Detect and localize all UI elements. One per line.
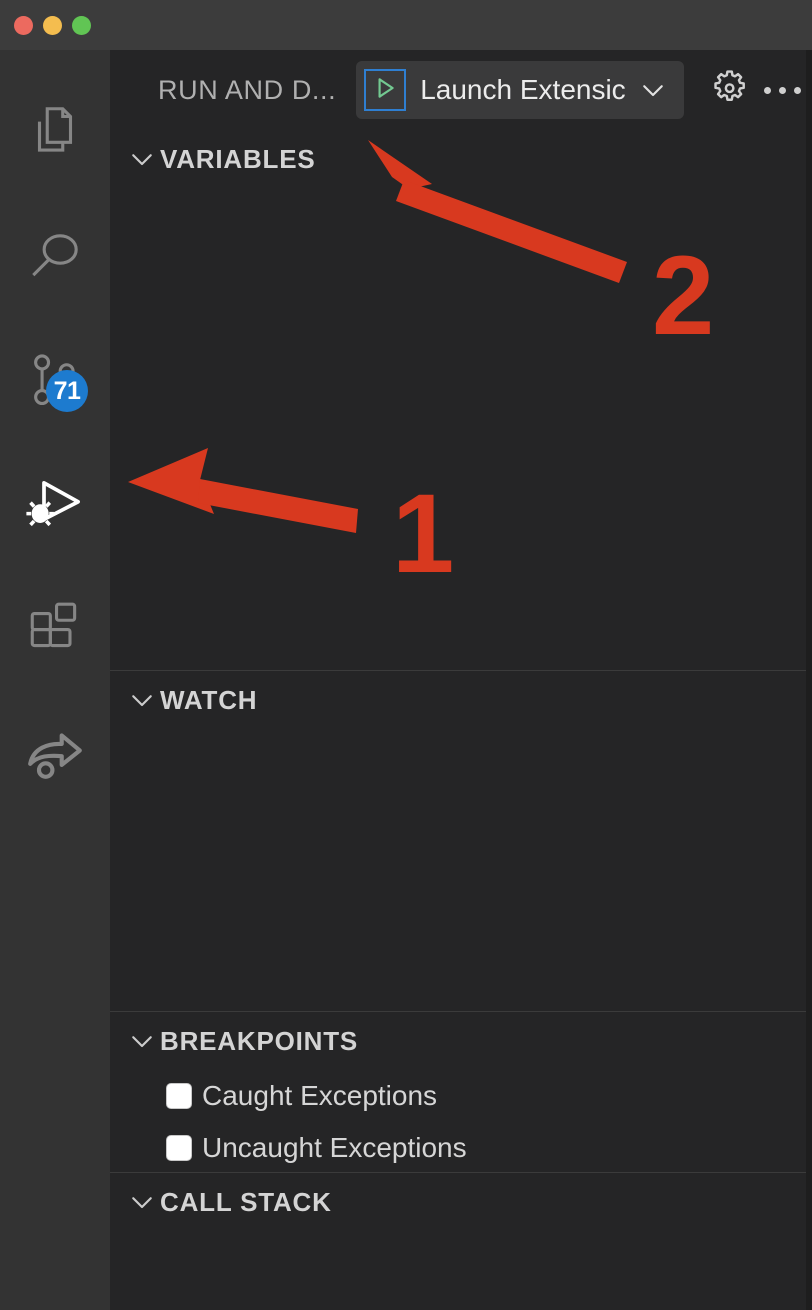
chevron-down-icon (124, 685, 160, 715)
launch-config-dropdown[interactable]: Launch Extensic (356, 61, 684, 119)
files-icon (24, 101, 86, 163)
title-bar (0, 0, 812, 50)
start-debugging-button[interactable] (364, 69, 407, 111)
breakpoint-row-uncaught-exceptions[interactable]: Uncaught Exceptions (110, 1122, 806, 1174)
pane-header-breakpoints[interactable]: BREAKPOINTS (110, 1012, 806, 1070)
pane-title-call-stack: CALL STACK (160, 1186, 332, 1217)
sidebar-view-title: RUN AND D... (158, 74, 337, 105)
activity-bar-item-search[interactable] (0, 194, 110, 318)
pane-title-watch: WATCH (160, 684, 258, 715)
traffic-lights (14, 15, 91, 35)
pane-header-watch[interactable]: WATCH (110, 671, 806, 729)
sidebar-header: RUN AND D... Launch Extensic (110, 50, 806, 130)
breakpoint-row-caught-exceptions[interactable]: Caught Exceptions (110, 1070, 806, 1122)
ellipsis-icon (764, 86, 802, 94)
caught-exceptions-label: Caught Exceptions (202, 1080, 438, 1111)
views-and-more-actions-button[interactable] (760, 62, 806, 118)
close-window-button[interactable] (14, 15, 33, 35)
chevron-down-icon (638, 75, 668, 105)
vscode-window: 71 RUN AND D... Launch Extensic VARIABLE… (0, 0, 812, 1310)
gear-icon (708, 67, 750, 114)
editor-area-edge (806, 50, 812, 1310)
activity-bar: 71 (0, 50, 110, 1310)
pane-call-stack: CALL STACK (110, 1172, 806, 1310)
chevron-down-icon (124, 1026, 160, 1056)
uncaught-exceptions-label: Uncaught Exceptions (202, 1132, 467, 1163)
pane-watch: WATCH (110, 670, 806, 1011)
run-and-debug-icon (22, 471, 88, 537)
pane-header-call-stack[interactable]: CALL STACK (110, 1173, 806, 1231)
launch-config-name: Launch Extensic (420, 74, 626, 105)
search-icon (24, 225, 86, 287)
chevron-down-icon (124, 1187, 160, 1217)
uncaught-exceptions-checkbox[interactable] (166, 1135, 192, 1161)
pane-variables: VARIABLES (110, 130, 806, 670)
caught-exceptions-checkbox[interactable] (166, 1083, 192, 1109)
activity-bar-item-remote-explorer[interactable] (0, 690, 110, 814)
pane-breakpoints: BREAKPOINTS Caught Exceptions Uncaught E… (110, 1011, 806, 1172)
source-control-badge: 71 (46, 370, 88, 412)
chevron-down-icon (124, 144, 160, 174)
extensions-icon (24, 597, 86, 659)
activity-bar-item-source-control[interactable]: 71 (0, 318, 110, 442)
open-launch-json-button[interactable] (706, 62, 752, 118)
play-icon (372, 75, 398, 106)
activity-bar-item-run-and-debug[interactable] (0, 442, 110, 566)
run-and-debug-sidebar: RUN AND D... Launch Extensic VARIABLES W… (110, 50, 806, 1310)
maximize-window-button[interactable] (72, 15, 91, 35)
minimize-window-button[interactable] (43, 15, 62, 35)
pane-title-variables: VARIABLES (160, 143, 316, 174)
pane-header-variables[interactable]: VARIABLES (110, 130, 806, 188)
pane-title-breakpoints: BREAKPOINTS (160, 1025, 359, 1056)
activity-bar-item-explorer[interactable] (0, 70, 110, 194)
activity-bar-item-extensions[interactable] (0, 566, 110, 690)
remote-explorer-icon (24, 721, 86, 783)
